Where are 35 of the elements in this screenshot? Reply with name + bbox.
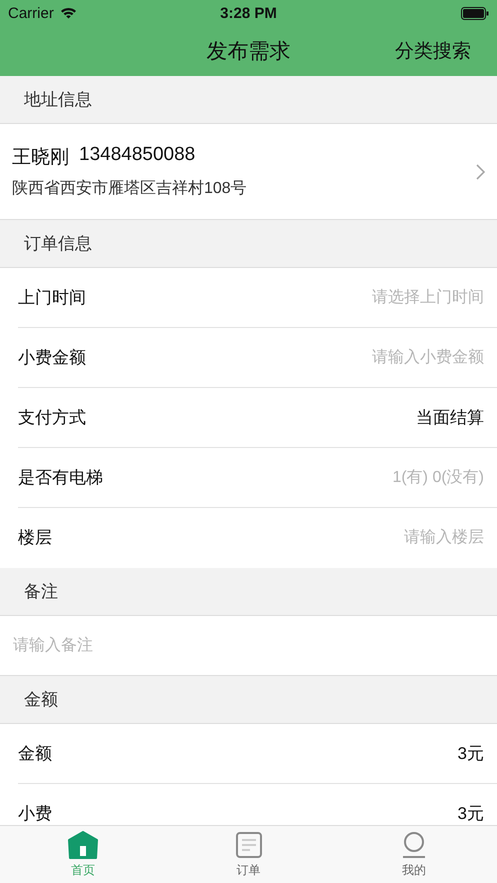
field-value: 3元 <box>458 744 484 764</box>
phone-number: 13484850088 <box>79 144 196 167</box>
field-label: 金额 <box>18 744 53 764</box>
field-value: 当面结算 <box>416 408 484 428</box>
field-label: 支付方式 <box>18 408 87 428</box>
section-header: 金额 <box>24 689 58 711</box>
home-icon <box>68 830 98 858</box>
section-header: 订单信息 <box>24 233 92 255</box>
wifi-icon <box>60 7 77 19</box>
address-text: 陕西省西安市雁塔区吉祥村108号 <box>12 178 248 199</box>
input-field[interactable]: 请选择上门时间 <box>372 288 484 308</box>
field-label: 小费 <box>18 804 53 824</box>
chevron-icon <box>476 164 485 180</box>
field-label: 是否有电梯 <box>18 468 104 488</box>
section-header: 地址信息 <box>24 89 92 111</box>
note-field[interactable]: 请输入备注 <box>13 635 93 656</box>
category-search-button[interactable]: 分类搜索 <box>395 38 471 64</box>
section-header: 备注 <box>24 581 58 603</box>
page-title: 发布需求 <box>206 39 290 65</box>
input-field[interactable]: 请输入小费金额 <box>372 348 484 368</box>
input-field[interactable]: 1(有) 0(没有) <box>392 468 484 488</box>
carrier-label: Carrier <box>8 4 54 22</box>
battery-icon <box>461 6 489 20</box>
field-label: 上门时间 <box>18 288 87 308</box>
address-card[interactable]: 王晓刚 13484850088 陕西省西安市雁塔区吉祥村108号 <box>0 124 497 220</box>
tab-bar-item[interactable]: 订单 <box>166 826 332 883</box>
tab-bar-item[interactable]: 我的 <box>331 826 497 883</box>
field-value: 3元 <box>458 804 484 824</box>
field-label: 楼层 <box>18 528 53 548</box>
status-time: 3:28 PM <box>220 4 277 22</box>
contact-name: 王晓刚 <box>12 146 69 170</box>
document-icon <box>234 830 262 858</box>
tab-bar-item[interactable]: 首页 <box>0 826 166 883</box>
input-field[interactable]: 请输入楼层 <box>404 528 484 548</box>
field-label: 小费金额 <box>18 348 87 368</box>
